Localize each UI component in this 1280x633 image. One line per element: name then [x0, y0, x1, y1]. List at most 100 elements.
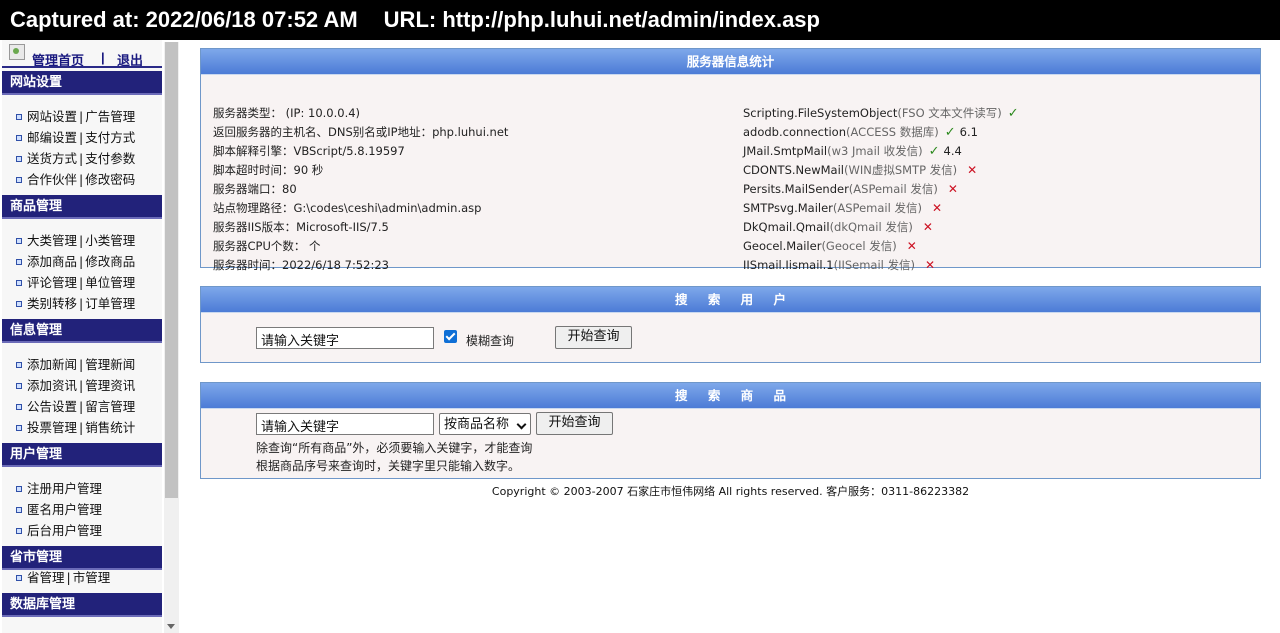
menu-item-anonymous-users[interactable]: 匿名用户管理: [27, 502, 102, 517]
menu-item-partners[interactable]: 合作伙伴: [27, 172, 77, 187]
info-label: 服务器IIS版本：: [213, 220, 297, 234]
menu-item-units[interactable]: 单位管理: [85, 275, 135, 290]
scroll-down-arrow-icon[interactable]: [167, 624, 175, 629]
component-note: (w3 Jmail 收发信): [827, 144, 923, 158]
component-name: Persits.MailSender: [743, 182, 849, 196]
component-note: (ASPemail 发信): [848, 182, 938, 196]
menu-item-add-info[interactable]: 添加资讯: [27, 378, 77, 393]
chevron-down-icon: [516, 419, 527, 430]
bullet-icon: [16, 362, 22, 368]
bullet-icon: [16, 301, 22, 307]
menu-item-payment-params[interactable]: 支付参数: [85, 151, 135, 166]
component-note: (IISemail 发信): [833, 258, 916, 272]
menu-section-users[interactable]: 用户管理: [2, 443, 162, 467]
component-name: IISmail.Iismail.1: [743, 258, 834, 272]
info-value: 个: [305, 239, 321, 253]
info-row: 服务器端口：80: [213, 180, 508, 199]
fuzzy-search-checkbox[interactable]: [444, 330, 457, 343]
info-row: 脚本解释引擎：VBScript/5.8.19597: [213, 142, 508, 161]
menu-item-manage-info[interactable]: 管理资讯: [85, 378, 135, 393]
menu-item-add-news[interactable]: 添加新闻: [27, 357, 77, 372]
menu-item-ad-manage[interactable]: 广告管理: [85, 109, 135, 124]
info-value: 80: [282, 182, 297, 196]
menu-item-sales-stats[interactable]: 销售统计: [85, 420, 135, 435]
component-name: Geocel.Mailer: [743, 239, 822, 253]
menu-row: 网站设置 | 广告管理: [16, 107, 135, 127]
menu-item-guestbook[interactable]: 留言管理: [85, 399, 135, 414]
menu-item-notice[interactable]: 公告设置: [27, 399, 77, 414]
menu-item-manage-news[interactable]: 管理新闻: [85, 357, 135, 372]
component-version: 4.4: [943, 144, 962, 158]
unsupported-cross-icon: ✕: [947, 182, 958, 196]
goods-keyword-input[interactable]: 请输入关键字: [256, 413, 434, 435]
menu-item-category[interactable]: 大类管理: [27, 233, 77, 248]
bullet-icon: [16, 425, 22, 431]
info-row: 脚本超时时间：90 秒: [213, 161, 508, 180]
info-value: 90 秒: [293, 163, 324, 177]
menu-item-admin-users[interactable]: 后台用户管理: [27, 523, 102, 538]
menu-item-registered-users[interactable]: 注册用户管理: [27, 481, 102, 496]
search-user-button[interactable]: 开始查询: [555, 326, 632, 349]
user-keyword-input[interactable]: 请输入关键字: [256, 327, 434, 349]
menu-item-category-move[interactable]: 类别转移: [27, 296, 77, 311]
info-row: 返回服务器的主机名、DNS别名或IP地址：php.luhui.net: [213, 123, 508, 142]
info-value: VBScript/5.8.19597: [293, 144, 405, 158]
info-label: 站点物理路径：: [213, 201, 294, 215]
menu-section-site-settings[interactable]: 网站设置: [2, 71, 162, 95]
menu-row: 合作伙伴 | 修改密码: [16, 170, 135, 190]
menu-row: 大类管理 | 小类管理: [16, 231, 135, 251]
menu-item-add-goods[interactable]: 添加商品: [27, 254, 77, 269]
select-value: 按商品名称: [444, 417, 510, 432]
menu-item-edit-goods[interactable]: 修改商品: [85, 254, 135, 269]
menu-row: 添加新闻 | 管理新闻: [16, 355, 135, 375]
menu-section-goods[interactable]: 商品管理: [2, 195, 162, 219]
menu-item-votes[interactable]: 投票管理: [27, 420, 77, 435]
info-row: 服务器类型： (IP: 10.0.0.4): [213, 104, 508, 123]
bullet-icon: [16, 528, 22, 534]
menu-section-database[interactable]: 数据库管理: [2, 593, 162, 617]
bullet-icon: [16, 507, 22, 513]
supported-check-icon: ✓: [928, 144, 940, 159]
info-label: 服务器时间：: [213, 258, 282, 272]
search-goods-button[interactable]: 开始查询: [536, 412, 613, 435]
search-user-title: 搜 索 用 户: [201, 287, 1260, 313]
bullet-icon: [16, 575, 22, 581]
menu-item-change-password[interactable]: 修改密码: [85, 172, 135, 187]
bullet-icon: [16, 156, 22, 162]
info-value: 2022/6/18 7:52:23: [282, 258, 389, 272]
menu-section-info[interactable]: 信息管理: [2, 319, 162, 343]
component-note: (ACCESS 数据库): [846, 125, 939, 139]
info-label: 返回服务器的主机名、DNS别名或IP地址：: [213, 125, 433, 139]
search-goods-note-1: 除查询“所有商品”外，必须要输入关键字，才能查询: [256, 441, 533, 455]
component-name: Scripting.FileSystemObject: [743, 106, 898, 120]
menu-item-subcategory[interactable]: 小类管理: [85, 233, 135, 248]
menu-section-regions[interactable]: 省市管理: [2, 546, 162, 570]
menu-item-zip-settings[interactable]: 邮编设置: [27, 130, 77, 145]
menu-item-reviews[interactable]: 评论管理: [27, 275, 77, 290]
component-row: DkQmail.Qmail(dkQmail 发信) ✕: [743, 218, 1023, 237]
info-label: 服务器CPU个数：: [213, 239, 306, 253]
menu-item-shipping-methods[interactable]: 送货方式: [27, 151, 77, 166]
menu-item-orders[interactable]: 订单管理: [85, 296, 135, 311]
capture-banner: Captured at: 2022/06/18 07:52 AM URL: htt…: [0, 0, 1280, 40]
menu-row: 添加商品 | 修改商品: [16, 252, 135, 272]
component-note: (Geocel 发信): [821, 239, 897, 253]
scrollbar-thumb[interactable]: [165, 42, 178, 498]
unsupported-cross-icon: ✕: [925, 258, 936, 272]
menu-item-cities[interactable]: 市管理: [73, 570, 111, 585]
bullet-icon: [16, 238, 22, 244]
bullet-icon: [16, 383, 22, 389]
menu-item-payment-methods[interactable]: 支付方式: [85, 130, 135, 145]
bullet-icon: [16, 135, 22, 141]
supported-check-icon: ✓: [1007, 106, 1019, 121]
menu-item-site-settings[interactable]: 网站设置: [27, 109, 77, 124]
unsupported-cross-icon: ✕: [922, 220, 933, 234]
sidebar-scrollbar[interactable]: [164, 42, 179, 633]
server-info-title: 服务器信息统计: [201, 49, 1260, 75]
bullet-icon: [16, 114, 22, 120]
menu-row: 省管理 | 市管理: [16, 568, 110, 588]
component-row: SMTPsvg.Mailer(ASPemail 发信) ✕: [743, 199, 1023, 218]
search-goods-panel: 搜 索 商 品 请输入关键字 按商品名称 开始查询 除查询“所有商品”外，必须要…: [200, 382, 1261, 479]
menu-item-provinces[interactable]: 省管理: [27, 570, 65, 585]
goods-search-field-select[interactable]: 按商品名称: [439, 413, 531, 435]
